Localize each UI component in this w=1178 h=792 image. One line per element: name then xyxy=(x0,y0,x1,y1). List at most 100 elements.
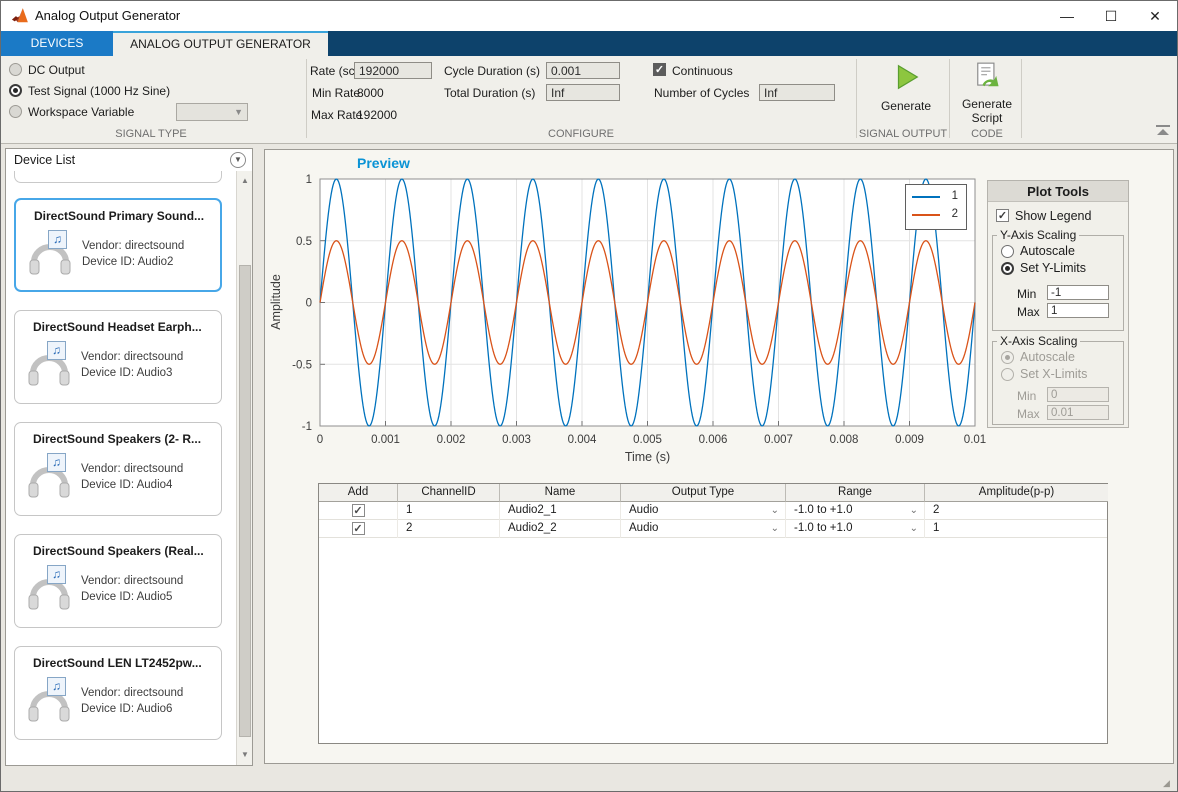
workspace-variable-radio[interactable] xyxy=(9,105,22,118)
svg-text:0: 0 xyxy=(306,298,312,310)
device-vendor: Vendor: directsound xyxy=(81,687,183,699)
continuous-label: Continuous xyxy=(672,64,733,78)
col-name: Name xyxy=(500,484,621,502)
add-cell[interactable] xyxy=(319,520,398,538)
chevron-down-icon[interactable]: ⌄ xyxy=(910,520,918,537)
maximize-button[interactable]: ☐ xyxy=(1089,1,1133,31)
device-name: DirectSound Speakers (Real... xyxy=(33,544,204,558)
add-cell[interactable] xyxy=(319,502,398,520)
plot-tools-title: Plot Tools xyxy=(988,181,1128,202)
y-axis-scaling-label: Y-Axis Scaling xyxy=(997,228,1079,242)
name-cell[interactable]: Audio2_2 xyxy=(500,520,621,538)
chevron-down-icon[interactable]: ⌄ xyxy=(771,502,779,519)
y-axis-scaling-group: Y-Axis Scaling Autoscale Set Y-Limits Mi… xyxy=(992,235,1124,331)
col-range: Range xyxy=(786,484,925,502)
cycle-duration-input[interactable] xyxy=(546,62,620,79)
device-list-scrollbar[interactable]: ▲ ▼ xyxy=(236,171,252,765)
generate-button-label: Generate xyxy=(866,99,946,113)
number-of-cycles-input[interactable] xyxy=(759,84,835,101)
add-checkbox[interactable] xyxy=(352,504,365,517)
device-card-partial[interactable] xyxy=(14,171,222,183)
scroll-up-icon[interactable]: ▲ xyxy=(237,173,253,189)
output-type-cell[interactable]: Audio ⌄ xyxy=(621,520,786,538)
output-type-value: Audio xyxy=(629,522,658,534)
device-list-collapse-button[interactable]: ▼ xyxy=(230,152,246,168)
show-legend-checkbox[interactable] xyxy=(996,209,1009,222)
y-set-limits-radio[interactable] xyxy=(1001,262,1014,275)
collapse-toolstrip-button[interactable] xyxy=(1154,124,1176,138)
range-value: -1.0 to +1.0 xyxy=(794,504,853,516)
chevron-down-icon: ▼ xyxy=(234,107,243,117)
number-of-cycles-label: Number of Cycles xyxy=(654,86,749,100)
legend-sample-1 xyxy=(912,196,940,198)
device-name: DirectSound LEN LT2452pw... xyxy=(33,656,202,670)
configure-section-label: CONFIGURE xyxy=(306,128,856,140)
y-autoscale-radio[interactable] xyxy=(1001,245,1014,258)
range-cell[interactable]: -1.0 to +1.0 ⌄ xyxy=(786,520,925,538)
y-set-limits-label: Set Y-Limits xyxy=(1020,261,1086,275)
workspace-variable-dropdown[interactable]: ▼ xyxy=(176,103,248,121)
x-axis-scaling-group: X-Axis Scaling Autoscale Set X-Limits Mi… xyxy=(992,341,1124,425)
device-card-audio6[interactable]: DirectSound LEN LT2452pw... ♫ Vendor: di… xyxy=(14,646,222,740)
test-signal-radio[interactable] xyxy=(9,84,22,97)
rate-input[interactable] xyxy=(354,62,432,79)
tab-analog-output-generator[interactable]: ANALOG OUTPUT GENERATOR xyxy=(113,31,328,56)
section-separator xyxy=(306,59,307,138)
total-duration-input[interactable] xyxy=(546,84,620,101)
amplitude-cell[interactable]: 2 xyxy=(925,502,1108,520)
resize-grip[interactable]: ◢ xyxy=(1163,778,1173,788)
x-axis-scaling-label: X-Axis Scaling xyxy=(997,334,1080,348)
section-separator xyxy=(1021,59,1022,138)
name-cell[interactable]: Audio2_1 xyxy=(500,502,621,520)
range-cell[interactable]: -1.0 to +1.0 ⌄ xyxy=(786,502,925,520)
y-axis-label: Amplitude xyxy=(269,262,289,342)
channel-table-header: Add ChannelID Name Output Type Range Amp… xyxy=(319,484,1107,502)
total-duration-label: Total Duration (s) xyxy=(444,86,535,100)
continuous-checkbox[interactable] xyxy=(653,63,666,76)
dc-output-radio[interactable] xyxy=(9,63,22,76)
amplitude-cell[interactable]: 1 xyxy=(925,520,1108,538)
min-rate-value: 8000 xyxy=(357,86,384,100)
device-name: DirectSound Primary Sound... xyxy=(34,209,204,223)
device-vendor: Vendor: directsound xyxy=(81,575,183,587)
device-id: Device ID: Audio6 xyxy=(81,703,172,715)
legend-entry: 2 xyxy=(906,205,966,225)
svg-text:0.5: 0.5 xyxy=(296,236,312,248)
device-name: DirectSound Speakers (2- R... xyxy=(33,432,201,446)
tab-devices[interactable]: DEVICES xyxy=(1,31,113,56)
toolstrip: DC Output Test Signal (1000 Hz Sine) Wor… xyxy=(1,56,1177,144)
x-axis-label: Time (s) xyxy=(320,450,975,464)
plot-tools-panel: Plot Tools Show Legend Y-Axis Scaling Au… xyxy=(987,180,1129,428)
device-card-audio4[interactable]: DirectSound Speakers (2- R... ♫ Vendor: … xyxy=(14,422,222,516)
preview-plot-svg: 00.0010.0020.0030.0040.0050.0060.0070.00… xyxy=(320,179,975,426)
main-panel: Preview Amplitude 00.0010.0020.0030.0040… xyxy=(264,149,1174,764)
close-button[interactable]: ✕ xyxy=(1133,1,1177,31)
max-rate-label: Max Rate xyxy=(311,108,362,122)
device-card-audio5[interactable]: DirectSound Speakers (Real... ♫ Vendor: … xyxy=(14,534,222,628)
chevron-down-icon[interactable]: ⌄ xyxy=(771,520,779,537)
title-bar: Analog Output Generator — ☐ ✕ xyxy=(1,1,1177,31)
min-rate-label: Min Rate xyxy=(312,86,360,100)
scroll-down-icon[interactable]: ▼ xyxy=(237,747,253,763)
svg-text:0.008: 0.008 xyxy=(830,434,859,446)
scrollbar-thumb[interactable] xyxy=(239,265,251,737)
svg-text:0.006: 0.006 xyxy=(699,434,728,446)
y-min-input[interactable] xyxy=(1047,285,1109,300)
add-checkbox[interactable] xyxy=(352,522,365,535)
svg-text:-1: -1 xyxy=(302,421,312,433)
svg-text:-0.5: -0.5 xyxy=(292,359,312,371)
svg-text:0.002: 0.002 xyxy=(437,434,466,446)
y-max-input[interactable] xyxy=(1047,303,1109,318)
col-amplitude: Amplitude(p-p) xyxy=(925,484,1108,502)
device-card-audio2[interactable]: DirectSound Primary Sound... ♫ Vendor: d… xyxy=(14,198,222,292)
device-card-audio3[interactable]: DirectSound Headset Earph... ♫ Vendor: d… xyxy=(14,310,222,404)
minimize-button[interactable]: — xyxy=(1045,1,1089,31)
chevron-down-icon[interactable]: ⌄ xyxy=(910,502,918,519)
code-section-label: CODE xyxy=(952,128,1022,140)
window-title: Analog Output Generator xyxy=(35,8,180,23)
device-list-title: Device List xyxy=(14,153,75,167)
channelid-cell: 1 xyxy=(398,502,500,520)
svg-text:1: 1 xyxy=(306,174,312,186)
x-autoscale-label: Autoscale xyxy=(1020,350,1075,364)
output-type-cell[interactable]: Audio ⌄ xyxy=(621,502,786,520)
